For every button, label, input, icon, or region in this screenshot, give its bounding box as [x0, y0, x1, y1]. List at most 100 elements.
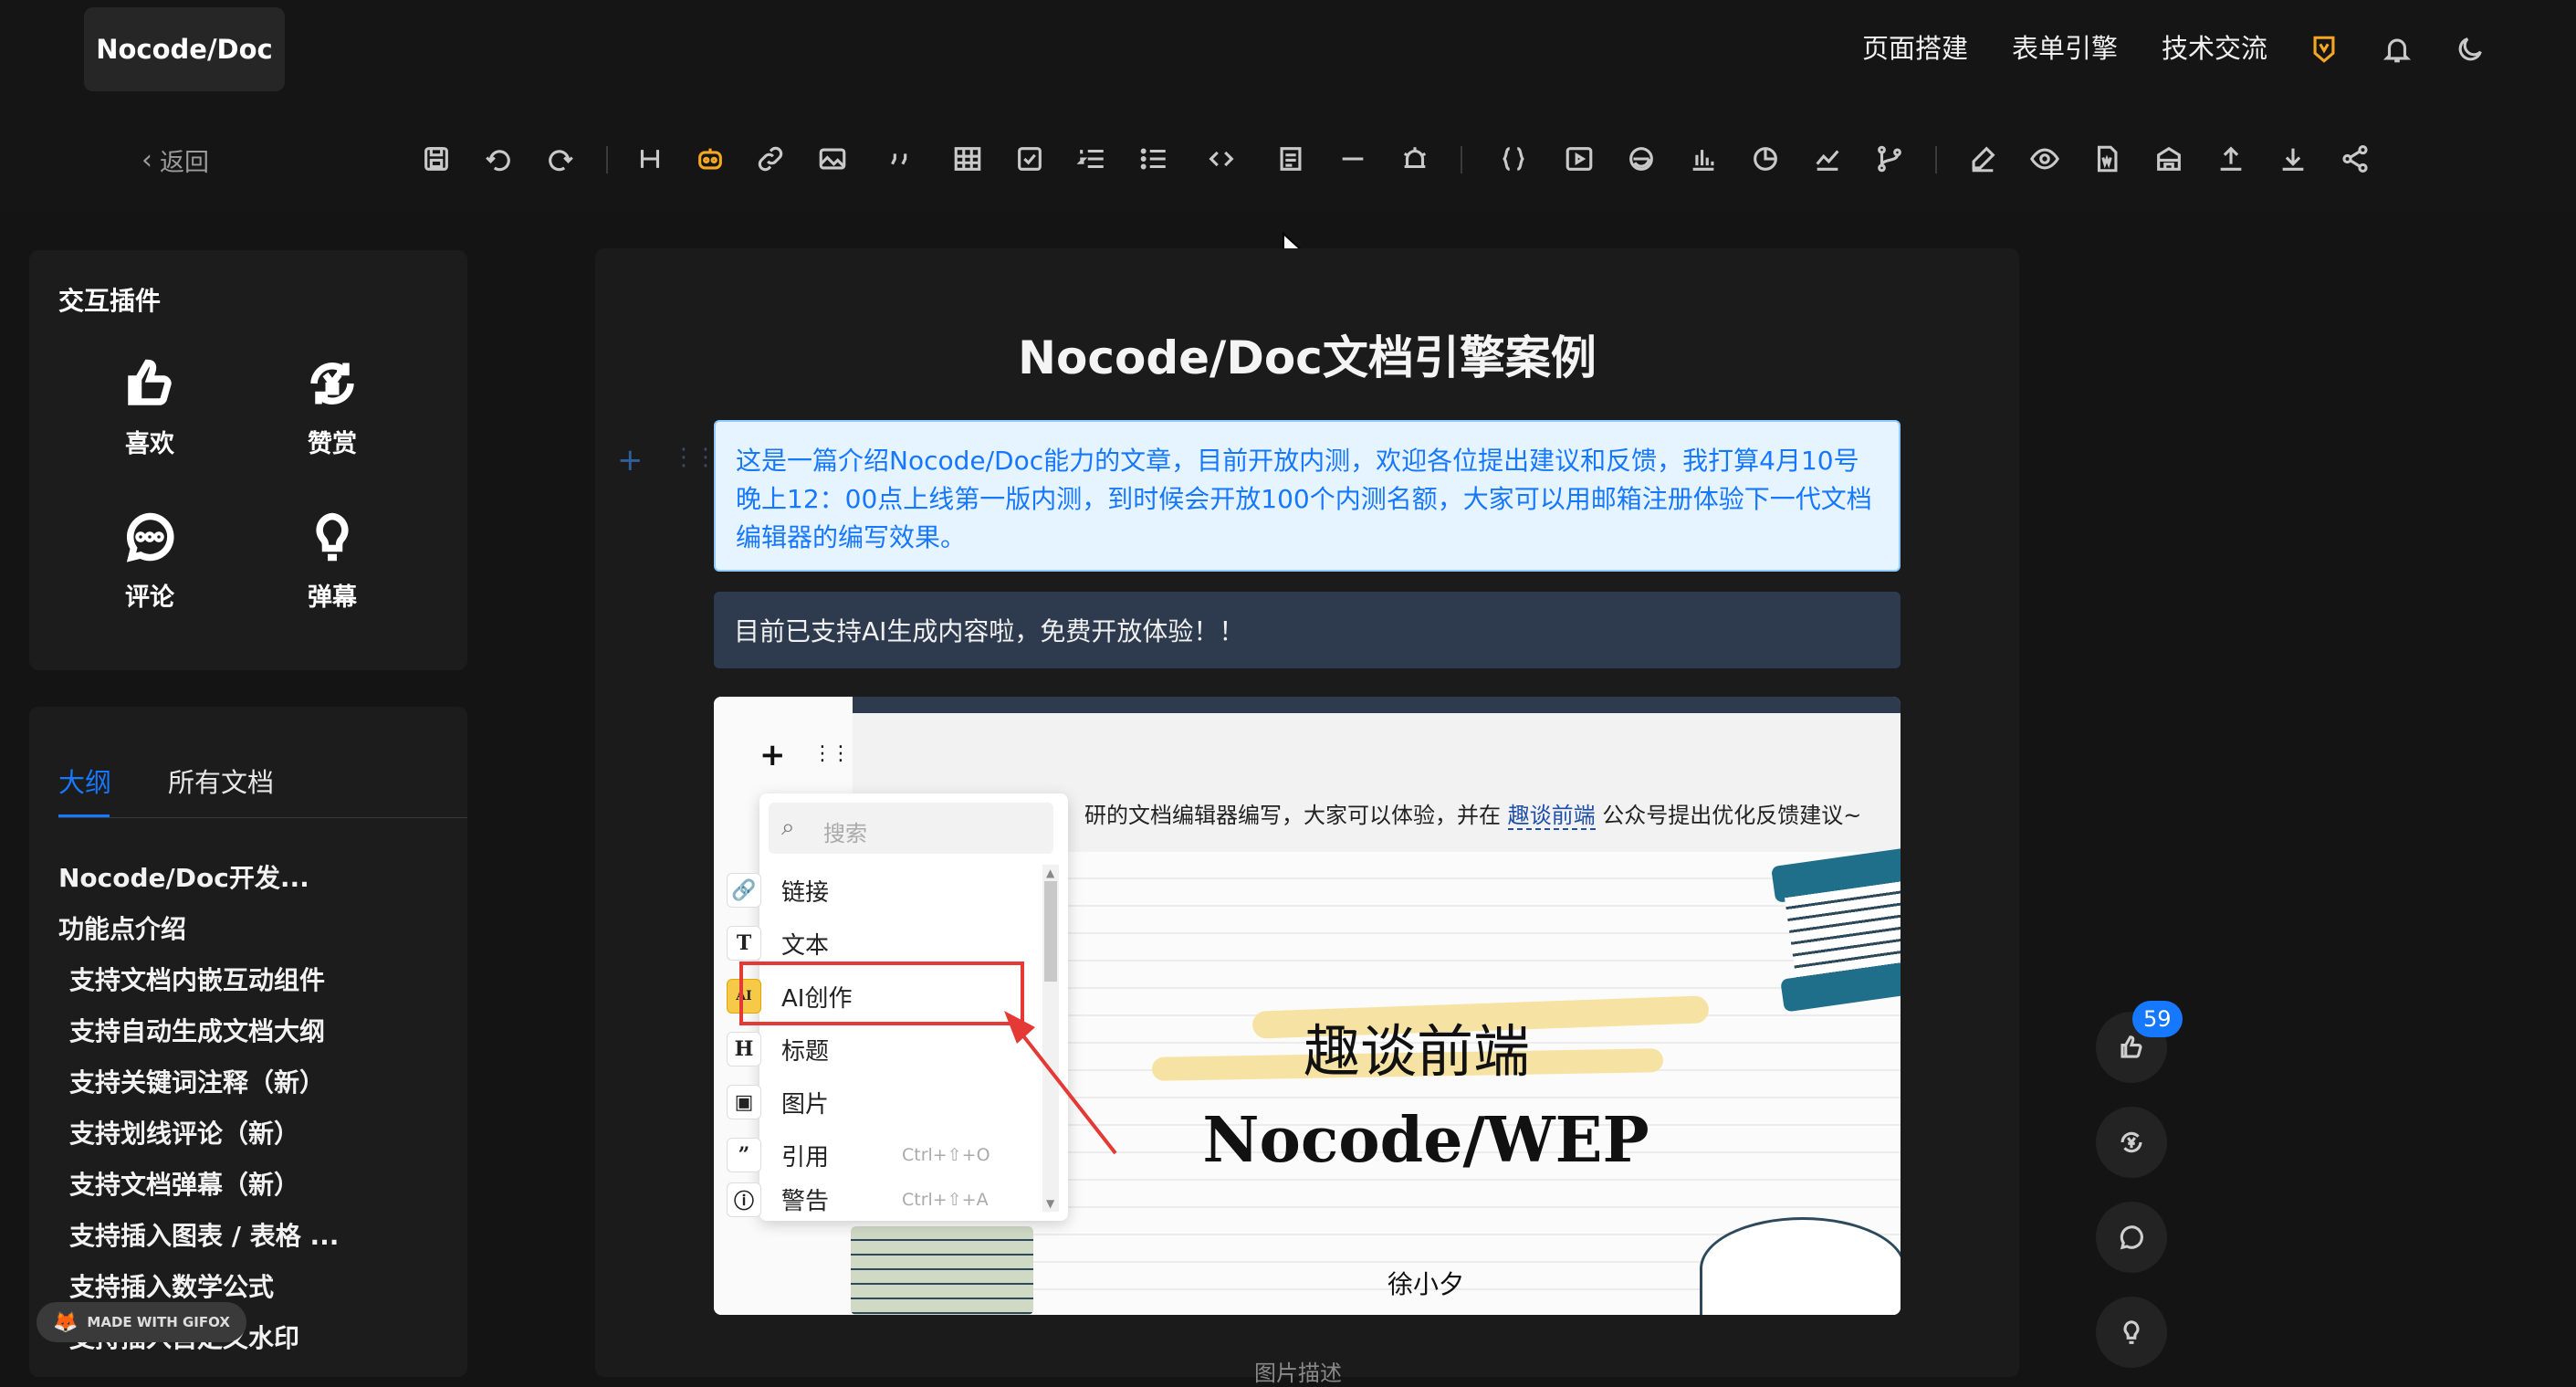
search-icon: ⌕	[781, 814, 795, 841]
quote-icon: ”	[727, 1138, 761, 1172]
line-chart-icon[interactable]	[1809, 141, 1846, 177]
video-play-icon[interactable]	[1561, 141, 1597, 177]
signature-pen-icon[interactable]	[1964, 141, 2001, 177]
menu-scrollbar-thumb[interactable]	[1044, 881, 1057, 982]
menu-item-label: 引用	[781, 1143, 830, 1172]
document-title: Nocode/Doc文档引擎案例	[1018, 331, 1597, 384]
info-callout: 这是一篇介绍Nocode/Doc能力的文章，目前开放内测，欢迎各位提出建议和反馈…	[714, 420, 1901, 572]
outline-panel: 大纲 所有文档 Nocode/Doc开发... 功能点介绍 支持文档内嵌互动组件…	[29, 707, 467, 1377]
undo-icon[interactable]	[480, 141, 517, 177]
alarm-icon[interactable]	[1397, 141, 1433, 177]
upload-icon[interactable]	[2213, 141, 2249, 177]
comment-bubble-icon	[126, 512, 174, 562]
yuan-reward-icon	[2120, 1131, 2142, 1153]
plugin-danmaku[interactable]: 弹幕	[277, 510, 387, 613]
redo-icon[interactable]	[542, 141, 579, 177]
nav-form-engine[interactable]: 表单引擎	[2012, 27, 2118, 66]
ai-robot-icon[interactable]	[692, 141, 728, 177]
browser-e-icon[interactable]	[1623, 141, 1660, 177]
top-bar: Nocode/Doc 页面搭建 表单引擎 技术交流 ‹ 返回	[0, 0, 2576, 212]
menu-search-box[interactable]: ⌕ 搜索	[769, 803, 1053, 854]
outline-item[interactable]: 支持文档内嵌互动组件	[69, 961, 325, 997]
code-icon[interactable]	[1203, 141, 1240, 177]
document-block-icon[interactable]	[1272, 141, 1309, 177]
checkbox-icon[interactable]	[1011, 141, 1048, 177]
embedded-drag-handle-icon[interactable]: ⋮⋮	[812, 742, 851, 765]
menu-item-warning[interactable]: ⓘ 警告 Ctrl+⇧+A	[723, 1182, 997, 1217]
lightbulb-icon	[2123, 1320, 2140, 1344]
bar-chart-icon[interactable]	[1685, 141, 1722, 177]
paragraph-link[interactable]: 趣谈前端	[1507, 803, 1596, 830]
nav-page-builder[interactable]: 页面搭建	[1862, 27, 1968, 66]
watermark-text: MADE WITH GIFOX	[87, 1314, 230, 1330]
table-icon[interactable]	[949, 141, 986, 177]
drag-handle-icon[interactable]: ⋮⋮	[672, 444, 717, 471]
paragraph-prefix: 研的文档编辑器编写，大家可以体验，并在	[1084, 803, 1501, 828]
side-comment-button[interactable]	[2096, 1202, 2167, 1273]
image-icon[interactable]	[814, 141, 851, 177]
comment-bubble-icon	[2120, 1225, 2143, 1250]
side-danmaku-button[interactable]	[2096, 1297, 2167, 1368]
menu-item-label: 链接	[781, 878, 830, 907]
quote-icon[interactable]	[882, 141, 918, 177]
back-button[interactable]: ‹ 返回	[141, 142, 209, 178]
outline-item[interactable]: 功能点介绍	[58, 909, 186, 946]
outline-item[interactable]: 支持插入图表 / 表格 ...	[69, 1216, 339, 1253]
menu-item-label: 图片	[781, 1090, 830, 1119]
outline-item[interactable]: 支持划线评论（新）	[69, 1114, 299, 1151]
embedded-editor-image: 研的文档编辑器编写，大家可以体验，并在 趣谈前端 公众号提出优化反馈建议~ 趣谈…	[714, 697, 1901, 1315]
preview-eye-icon[interactable]	[2026, 141, 2063, 177]
divider-line-icon[interactable]	[1335, 141, 1371, 177]
share-icon[interactable]	[2337, 141, 2373, 177]
menu-item-label: 标题	[781, 1037, 830, 1066]
bell-icon[interactable]	[2379, 31, 2415, 68]
ai-announcement-callout: 目前已支持AI生成内容啦，免费开放体验！！	[714, 592, 1901, 668]
lightbulb-icon	[316, 512, 349, 562]
chevron-left-icon: ‹	[141, 144, 152, 176]
braces-icon[interactable]	[1495, 141, 1532, 177]
outline-item[interactable]: 支持文档弹幕（新）	[69, 1165, 299, 1202]
branch-icon[interactable]	[1871, 141, 1908, 177]
paragraph-suffix: 公众号提出优化反馈建议~	[1602, 803, 1862, 828]
tab-all-docs[interactable]: 所有文档	[168, 762, 274, 800]
book-stack-decoration	[851, 1226, 1033, 1315]
thumbs-up-icon	[128, 359, 172, 405]
tab-outline[interactable]: 大纲	[58, 762, 111, 800]
template-building-icon[interactable]	[2151, 141, 2187, 177]
menu-item-image[interactable]: ▣ 图片	[723, 1077, 997, 1128]
plugin-reward-label: 赞赏	[308, 430, 357, 458]
outline-item[interactable]: 支持关键词注释（新）	[69, 1063, 325, 1099]
plugin-reward[interactable]: 赞赏	[277, 356, 387, 459]
plugin-comment[interactable]: 评论	[95, 510, 204, 613]
dark-mode-moon-icon[interactable]	[2452, 31, 2488, 68]
vip-icon[interactable]	[2306, 31, 2342, 68]
plugin-like[interactable]: 喜欢	[95, 356, 204, 459]
outline-item[interactable]: 支持自动生成文档大纲	[69, 1012, 325, 1048]
menu-item-heading[interactable]: H 标题	[723, 1024, 997, 1075]
link-icon[interactable]	[752, 141, 789, 177]
bullet-list-icon[interactable]	[1136, 141, 1172, 177]
heading-icon[interactable]	[632, 141, 668, 177]
download-icon[interactable]	[2275, 141, 2311, 177]
menu-item-link[interactable]: 🔗 链接	[723, 865, 997, 916]
image-icon: ▣	[727, 1085, 761, 1119]
ordered-list-icon[interactable]	[1073, 141, 1110, 177]
menu-item-shortcut: Ctrl+⇧+O	[902, 1145, 990, 1165]
app-logo[interactable]: Nocode/Doc	[84, 7, 285, 91]
word-doc-icon[interactable]	[2089, 141, 2125, 177]
add-block-plus-icon[interactable]: +	[617, 442, 644, 478]
text-T-icon: T	[727, 926, 761, 961]
outline-item[interactable]: Nocode/Doc开发...	[58, 858, 309, 895]
outline-item[interactable]: 支持插入数学公式	[69, 1267, 274, 1304]
embedded-add-plus-icon[interactable]: +	[759, 737, 786, 773]
scroll-down-arrow-icon[interactable]: ▼	[1046, 1197, 1054, 1210]
plugin-comment-label: 评论	[125, 583, 174, 612]
plugin-like-label: 喜欢	[125, 430, 174, 458]
menu-item-quote[interactable]: ” 引用 Ctrl+⇧+O	[723, 1130, 997, 1181]
nav-tech-exchange[interactable]: 技术交流	[2162, 27, 2267, 66]
scroll-up-arrow-icon[interactable]: ▲	[1046, 867, 1054, 879]
save-icon[interactable]	[418, 141, 455, 177]
fox-logo-icon: 🦊	[53, 1310, 79, 1334]
side-reward-button[interactable]	[2096, 1107, 2167, 1178]
pie-chart-icon[interactable]	[1747, 141, 1784, 177]
